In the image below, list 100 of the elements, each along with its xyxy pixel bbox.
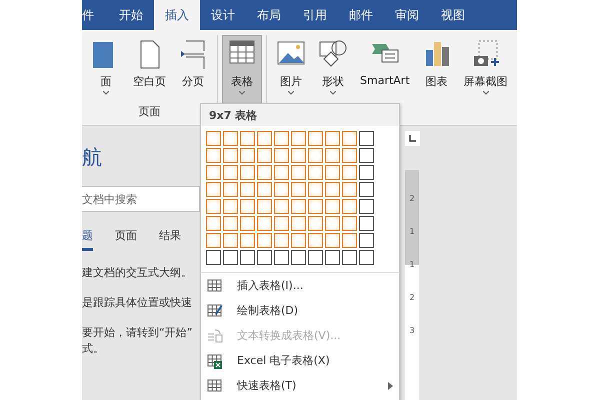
grid-cell[interactable] [240, 148, 255, 163]
grid-cell[interactable] [342, 216, 357, 231]
grid-cell[interactable] [223, 250, 238, 265]
grid-cell[interactable] [359, 182, 374, 197]
grid-cell[interactable] [257, 233, 272, 248]
pane-tab[interactable]: 结果 [159, 228, 181, 251]
ribbon-tab[interactable]: 审阅 [384, 0, 430, 30]
grid-cell[interactable] [257, 131, 272, 146]
grid-cell[interactable] [342, 131, 357, 146]
grid-cell[interactable] [206, 233, 221, 248]
grid-cell[interactable] [325, 165, 340, 180]
grid-cell[interactable] [291, 199, 306, 214]
grid-cell[interactable] [223, 216, 238, 231]
grid-cell[interactable] [240, 250, 255, 265]
grid-cell[interactable] [257, 148, 272, 163]
grid-cell[interactable] [308, 131, 323, 146]
grid-cell[interactable] [359, 131, 374, 146]
ribbon-tab[interactable]: 插入 [154, 0, 200, 30]
grid-cell[interactable] [342, 165, 357, 180]
grid-cell[interactable] [240, 182, 255, 197]
grid-cell[interactable] [308, 199, 323, 214]
grid-cell[interactable] [240, 199, 255, 214]
grid-cell[interactable] [240, 131, 255, 146]
grid-cell[interactable] [223, 233, 238, 248]
grid-cell[interactable] [325, 148, 340, 163]
menu-item[interactable]: 绘制表格(D) [201, 298, 399, 323]
grid-cell[interactable] [206, 165, 221, 180]
ribbon-tab[interactable]: 开始 [108, 0, 154, 30]
grid-cell[interactable] [206, 182, 221, 197]
grid-cell[interactable] [240, 216, 255, 231]
grid-cell[interactable] [206, 131, 221, 146]
grid-cell[interactable] [342, 233, 357, 248]
grid-cell[interactable] [325, 199, 340, 214]
tab-stop-button[interactable] [404, 131, 420, 146]
ribbon-tab[interactable]: 设计 [200, 0, 246, 30]
grid-cell[interactable] [291, 250, 306, 265]
grid-cell[interactable] [257, 182, 272, 197]
grid-cell[interactable] [257, 216, 272, 231]
grid-cell[interactable] [308, 233, 323, 248]
ribbon-button[interactable]: 空白页 [128, 35, 171, 104]
grid-cell[interactable] [308, 165, 323, 180]
grid-cell[interactable] [359, 233, 374, 248]
grid-cell[interactable] [206, 250, 221, 265]
ribbon-tab[interactable]: 件 [82, 0, 108, 30]
grid-cell[interactable] [308, 182, 323, 197]
grid-cell[interactable] [308, 216, 323, 231]
grid-cell[interactable] [342, 250, 357, 265]
pane-tab[interactable]: 题 [82, 228, 93, 251]
grid-cell[interactable] [223, 131, 238, 146]
grid-cell[interactable] [274, 250, 289, 265]
grid-cell[interactable] [359, 250, 374, 265]
grid-cell[interactable] [223, 165, 238, 180]
grid-cell[interactable] [223, 199, 238, 214]
menu-item[interactable]: Excel 电子表格(X) [201, 348, 399, 373]
ribbon-tab[interactable]: 布局 [246, 0, 292, 30]
grid-cell[interactable] [291, 182, 306, 197]
grid-cell[interactable] [274, 182, 289, 197]
ribbon-tab[interactable]: 视图 [430, 0, 476, 30]
grid-cell[interactable] [274, 148, 289, 163]
pane-tab[interactable]: 页面 [115, 228, 137, 251]
grid-cell[interactable] [325, 216, 340, 231]
grid-cell[interactable] [291, 131, 306, 146]
grid-cell[interactable] [257, 199, 272, 214]
grid-cell[interactable] [223, 148, 238, 163]
grid-cell[interactable] [206, 216, 221, 231]
grid-cell[interactable] [223, 182, 238, 197]
grid-cell[interactable] [342, 148, 357, 163]
ribbon-tab[interactable]: 引用 [292, 0, 338, 30]
grid-cell[interactable] [274, 165, 289, 180]
grid-cell[interactable] [274, 199, 289, 214]
grid-cell[interactable] [342, 199, 357, 214]
grid-cell[interactable] [342, 182, 357, 197]
grid-cell[interactable] [257, 165, 272, 180]
grid-cell[interactable] [359, 148, 374, 163]
grid-cell[interactable] [325, 233, 340, 248]
grid-cell[interactable] [291, 216, 306, 231]
grid-cell[interactable] [274, 233, 289, 248]
grid-cell[interactable] [291, 233, 306, 248]
menu-item[interactable]: 插入表格(I)... [201, 273, 399, 298]
ribbon-button[interactable]: 面 [86, 35, 126, 104]
grid-cell[interactable] [291, 165, 306, 180]
grid-cell[interactable] [359, 216, 374, 231]
grid-cell[interactable] [359, 199, 374, 214]
grid-cell[interactable] [206, 148, 221, 163]
search-field[interactable]: 文档中搜索 [82, 186, 200, 212]
grid-cell[interactable] [206, 199, 221, 214]
grid-cell[interactable] [274, 216, 289, 231]
grid-cell[interactable] [240, 165, 255, 180]
grid-cell[interactable] [325, 182, 340, 197]
ribbon-tab[interactable]: 邮件 [338, 0, 384, 30]
grid-cell[interactable] [308, 148, 323, 163]
ribbon-button[interactable]: 屏幕截图 [458, 35, 513, 119]
ribbon-button[interactable]: 分页 [173, 35, 213, 104]
grid-cell[interactable] [359, 165, 374, 180]
ribbon-button[interactable]: 图表 [416, 35, 457, 119]
grid-cell[interactable] [325, 131, 340, 146]
grid-cell[interactable] [291, 148, 306, 163]
grid-cell[interactable] [274, 131, 289, 146]
grid-cell[interactable] [257, 250, 272, 265]
grid-cell[interactable] [308, 250, 323, 265]
